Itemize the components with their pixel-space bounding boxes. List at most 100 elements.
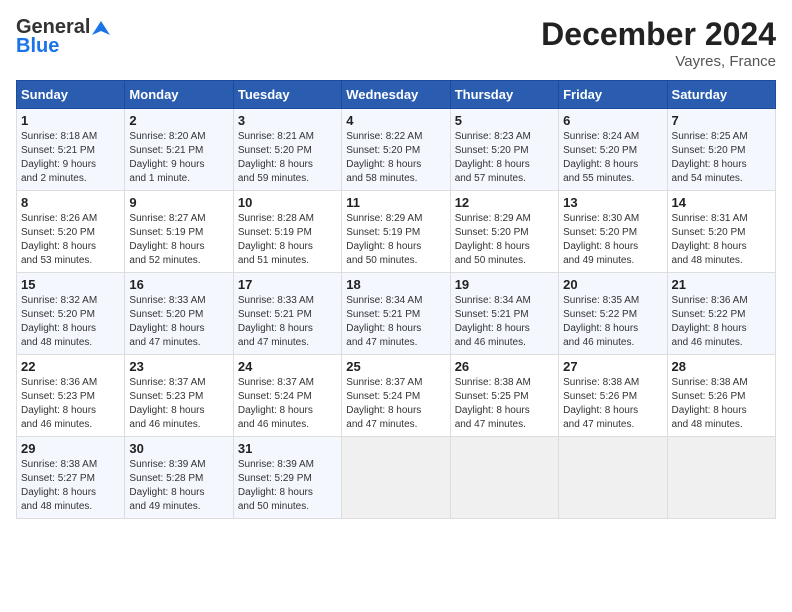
day-info: Sunrise: 8:38 AM Sunset: 5:27 PM Dayligh… bbox=[21, 458, 120, 514]
calendar-cell: 11Sunrise: 8:29 AM Sunset: 5:19 PM Dayli… bbox=[342, 191, 450, 273]
day-number: 29 bbox=[21, 441, 120, 456]
day-info: Sunrise: 8:18 AM Sunset: 5:21 PM Dayligh… bbox=[21, 130, 120, 186]
col-thu: Thursday bbox=[450, 81, 558, 109]
calendar-cell: 13 Sunrise: 8:30 AM Sunset: 5:20 PM Dayli… bbox=[559, 191, 667, 273]
day-number: 3 bbox=[238, 113, 337, 128]
col-fri: Friday bbox=[559, 81, 667, 109]
calendar-cell bbox=[342, 437, 450, 519]
day-number: 14 bbox=[672, 195, 771, 210]
col-sun: Sunday bbox=[17, 81, 125, 109]
calendar-cell: 26Sunrise: 8:38 AM Sunset: 5:25 PM Dayli… bbox=[450, 355, 558, 437]
day-number: 24 bbox=[238, 359, 337, 374]
day-number: 8 bbox=[21, 195, 120, 210]
calendar-cell: 30 Sunrise: 8:39 AM Sunset: 5:28 PM Dayli… bbox=[125, 437, 233, 519]
calendar-cell: 23 Sunrise: 8:37 AM Sunset: 5:23 PM Dayli… bbox=[125, 355, 233, 437]
day-number: 25 bbox=[346, 359, 445, 374]
day-info: Sunrise: 8:22 AM Sunset: 5:20 PM Dayligh… bbox=[346, 130, 445, 186]
day-info: Sunrise: 8:37 AM Sunset: 5:24 PM Dayligh… bbox=[238, 376, 337, 432]
calendar-cell: 10 Sunrise: 8:28 AM Sunset: 5:19 PM Dayli… bbox=[233, 191, 341, 273]
day-info: Sunrise: 8:35 AM Sunset: 5:22 PM Dayligh… bbox=[563, 294, 662, 350]
day-number: 11 bbox=[346, 195, 445, 210]
title-block: December 2024 Vayres, France bbox=[541, 16, 776, 70]
day-number: 30 bbox=[129, 441, 228, 456]
calendar-cell: 7 Sunrise: 8:25 AM Sunset: 5:20 PM Daylig… bbox=[667, 109, 775, 191]
logo-blue: Blue bbox=[16, 35, 59, 58]
day-info: Sunrise: 8:37 AM Sunset: 5:24 PM Dayligh… bbox=[346, 376, 445, 432]
calendar-cell: 18 Sunrise: 8:34 AM Sunset: 5:21 PM Dayli… bbox=[342, 273, 450, 355]
calendar-cell: 6Sunrise: 8:24 AM Sunset: 5:20 PM Daylig… bbox=[559, 109, 667, 191]
day-info: Sunrise: 8:28 AM Sunset: 5:19 PM Dayligh… bbox=[238, 212, 337, 268]
day-info: Sunrise: 8:36 AM Sunset: 5:22 PM Dayligh… bbox=[672, 294, 771, 350]
day-number: 18 bbox=[346, 277, 445, 292]
calendar-cell: 14 Sunrise: 8:31 AM Sunset: 5:20 PM Dayli… bbox=[667, 191, 775, 273]
day-info: Sunrise: 8:37 AM Sunset: 5:23 PM Dayligh… bbox=[129, 376, 228, 432]
day-number: 17 bbox=[238, 277, 337, 292]
day-info: Sunrise: 8:30 AM Sunset: 5:20 PM Dayligh… bbox=[563, 212, 662, 268]
calendar-cell: 29 Sunrise: 8:38 AM Sunset: 5:27 PM Dayli… bbox=[17, 437, 125, 519]
month-title: December 2024 bbox=[541, 16, 776, 53]
day-number: 4 bbox=[346, 113, 445, 128]
calendar-week-1: 1 Sunrise: 8:18 AM Sunset: 5:21 PM Daylig… bbox=[17, 109, 776, 191]
day-number: 10 bbox=[238, 195, 337, 210]
location-subtitle: Vayres, France bbox=[541, 53, 776, 70]
day-number: 1 bbox=[21, 113, 120, 128]
day-number: 15 bbox=[21, 277, 120, 292]
col-wed: Wednesday bbox=[342, 81, 450, 109]
day-number: 21 bbox=[672, 277, 771, 292]
col-tue: Tuesday bbox=[233, 81, 341, 109]
page-header: General Blue December 2024 Vayres, Franc… bbox=[16, 16, 776, 70]
day-info: Sunrise: 8:20 AM Sunset: 5:21 PM Dayligh… bbox=[129, 130, 228, 186]
header-row: Sunday Monday Tuesday Wednesday Thursday… bbox=[17, 81, 776, 109]
logo: General Blue bbox=[16, 16, 110, 58]
calendar-cell: 4 Sunrise: 8:22 AM Sunset: 5:20 PM Daylig… bbox=[342, 109, 450, 191]
day-number: 31 bbox=[238, 441, 337, 456]
calendar-week-3: 15Sunrise: 8:32 AM Sunset: 5:20 PM Dayli… bbox=[17, 273, 776, 355]
day-info: Sunrise: 8:25 AM Sunset: 5:20 PM Dayligh… bbox=[672, 130, 771, 186]
day-info: Sunrise: 8:31 AM Sunset: 5:20 PM Dayligh… bbox=[672, 212, 771, 268]
day-info: Sunrise: 8:26 AM Sunset: 5:20 PM Dayligh… bbox=[21, 212, 120, 268]
day-info: Sunrise: 8:38 AM Sunset: 5:26 PM Dayligh… bbox=[563, 376, 662, 432]
day-number: 9 bbox=[129, 195, 228, 210]
calendar-cell bbox=[667, 437, 775, 519]
day-number: 16 bbox=[129, 277, 228, 292]
col-mon: Monday bbox=[125, 81, 233, 109]
day-info: Sunrise: 8:34 AM Sunset: 5:21 PM Dayligh… bbox=[346, 294, 445, 350]
calendar-cell: 28Sunrise: 8:38 AM Sunset: 5:26 PM Dayli… bbox=[667, 355, 775, 437]
calendar-week-2: 8 Sunrise: 8:26 AM Sunset: 5:20 PM Daylig… bbox=[17, 191, 776, 273]
day-info: Sunrise: 8:38 AM Sunset: 5:26 PM Dayligh… bbox=[672, 376, 771, 432]
day-number: 2 bbox=[129, 113, 228, 128]
day-number: 5 bbox=[455, 113, 554, 128]
calendar-cell: 9 Sunrise: 8:27 AM Sunset: 5:19 PM Daylig… bbox=[125, 191, 233, 273]
day-number: 22 bbox=[21, 359, 120, 374]
day-info: Sunrise: 8:34 AM Sunset: 5:21 PM Dayligh… bbox=[455, 294, 554, 350]
calendar-cell: 15Sunrise: 8:32 AM Sunset: 5:20 PM Dayli… bbox=[17, 273, 125, 355]
calendar-cell: 27 Sunrise: 8:38 AM Sunset: 5:26 PM Dayli… bbox=[559, 355, 667, 437]
day-info: Sunrise: 8:27 AM Sunset: 5:19 PM Dayligh… bbox=[129, 212, 228, 268]
day-number: 13 bbox=[563, 195, 662, 210]
calendar-cell: 22Sunrise: 8:36 AM Sunset: 5:23 PM Dayli… bbox=[17, 355, 125, 437]
day-number: 23 bbox=[129, 359, 228, 374]
day-number: 27 bbox=[563, 359, 662, 374]
calendar-cell: 24 Sunrise: 8:37 AM Sunset: 5:24 PM Dayli… bbox=[233, 355, 341, 437]
calendar-cell: 31 Sunrise: 8:39 AM Sunset: 5:29 PM Dayli… bbox=[233, 437, 341, 519]
calendar-cell: 1 Sunrise: 8:18 AM Sunset: 5:21 PM Daylig… bbox=[17, 109, 125, 191]
day-info: Sunrise: 8:39 AM Sunset: 5:29 PM Dayligh… bbox=[238, 458, 337, 514]
calendar-cell: 8 Sunrise: 8:26 AM Sunset: 5:20 PM Daylig… bbox=[17, 191, 125, 273]
day-number: 7 bbox=[672, 113, 771, 128]
day-info: Sunrise: 8:39 AM Sunset: 5:28 PM Dayligh… bbox=[129, 458, 228, 514]
calendar-table: Sunday Monday Tuesday Wednesday Thursday… bbox=[16, 80, 776, 519]
day-number: 12 bbox=[455, 195, 554, 210]
calendar-cell bbox=[450, 437, 558, 519]
calendar-cell: 21 Sunrise: 8:36 AM Sunset: 5:22 PM Dayli… bbox=[667, 273, 775, 355]
day-info: Sunrise: 8:29 AM Sunset: 5:20 PM Dayligh… bbox=[455, 212, 554, 268]
calendar-cell: 12 Sunrise: 8:29 AM Sunset: 5:20 PM Dayli… bbox=[450, 191, 558, 273]
calendar-cell: 3Sunrise: 8:21 AM Sunset: 5:20 PM Daylig… bbox=[233, 109, 341, 191]
calendar-cell: 17Sunrise: 8:33 AM Sunset: 5:21 PM Dayli… bbox=[233, 273, 341, 355]
calendar-cell: 2 Sunrise: 8:20 AM Sunset: 5:21 PM Daylig… bbox=[125, 109, 233, 191]
day-number: 26 bbox=[455, 359, 554, 374]
calendar-cell: 20Sunrise: 8:35 AM Sunset: 5:22 PM Dayli… bbox=[559, 273, 667, 355]
day-number: 19 bbox=[455, 277, 554, 292]
calendar-cell: 16Sunrise: 8:33 AM Sunset: 5:20 PM Dayli… bbox=[125, 273, 233, 355]
day-number: 6 bbox=[563, 113, 662, 128]
calendar-cell bbox=[559, 437, 667, 519]
